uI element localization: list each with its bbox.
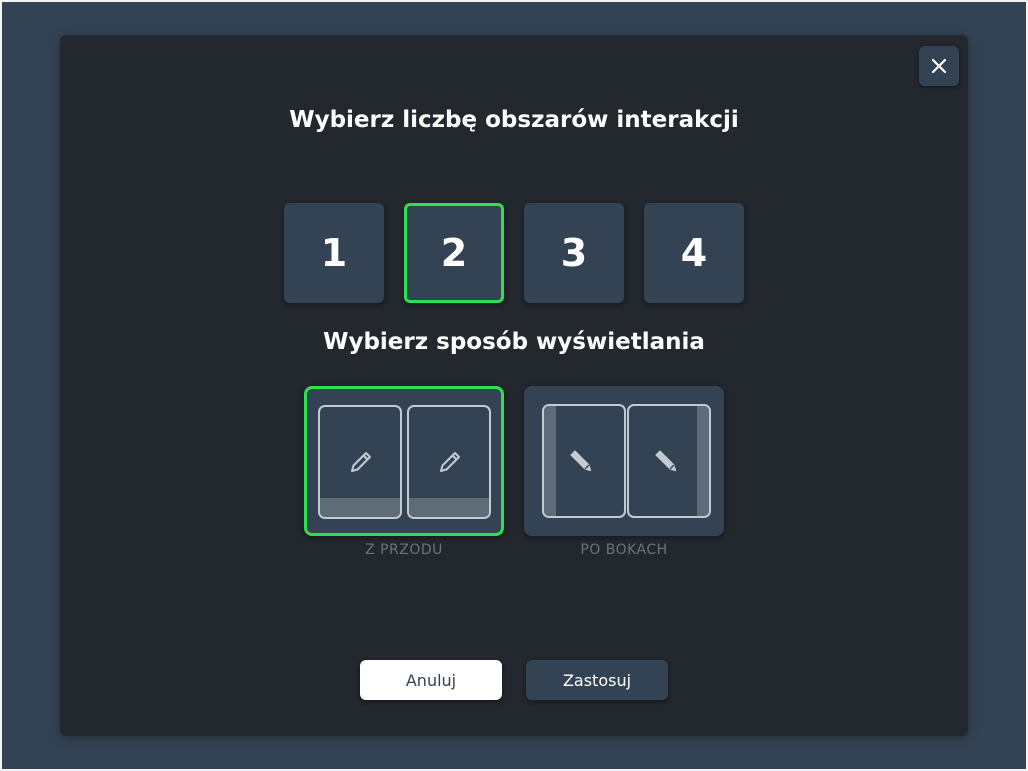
front-card-left <box>318 405 402 519</box>
side-band <box>697 406 709 516</box>
display-mode-sides[interactable] <box>524 386 724 536</box>
count-option-1[interactable]: 1 <box>284 203 384 303</box>
count-option-2[interactable]: 2 <box>404 203 504 303</box>
pencil-icon <box>440 452 460 472</box>
front-card-right <box>407 405 491 519</box>
count-option-3[interactable]: 3 <box>524 203 624 303</box>
front-band <box>409 498 489 517</box>
display-mode-front[interactable] <box>304 386 504 536</box>
side-card-left <box>542 404 626 518</box>
count-option-4[interactable]: 4 <box>644 203 744 303</box>
pencil-icon <box>655 450 677 472</box>
apply-button[interactable]: Zastosuj <box>526 660 668 700</box>
side-card-right <box>627 404 711 518</box>
heading-area-count: Wybierz liczbę obszarów interakcji <box>289 107 739 133</box>
close-button[interactable] <box>919 46 959 86</box>
pencil-icon <box>351 452 371 472</box>
display-mode-sides-label: PO BOKACH <box>580 542 668 558</box>
pencil-icon <box>570 450 592 472</box>
side-band <box>544 406 556 516</box>
front-band <box>320 498 400 517</box>
heading-display-mode: Wybierz sposób wyświetlania <box>323 329 705 355</box>
display-mode-front-label: Z PRZODU <box>365 542 443 558</box>
close-icon <box>931 58 947 74</box>
interaction-areas-dialog: Wybierz liczbę obszarów interakcji 1 2 3… <box>60 35 968 736</box>
cancel-button[interactable]: Anuluj <box>360 660 502 700</box>
area-count-options: 1 2 3 4 <box>284 203 744 303</box>
